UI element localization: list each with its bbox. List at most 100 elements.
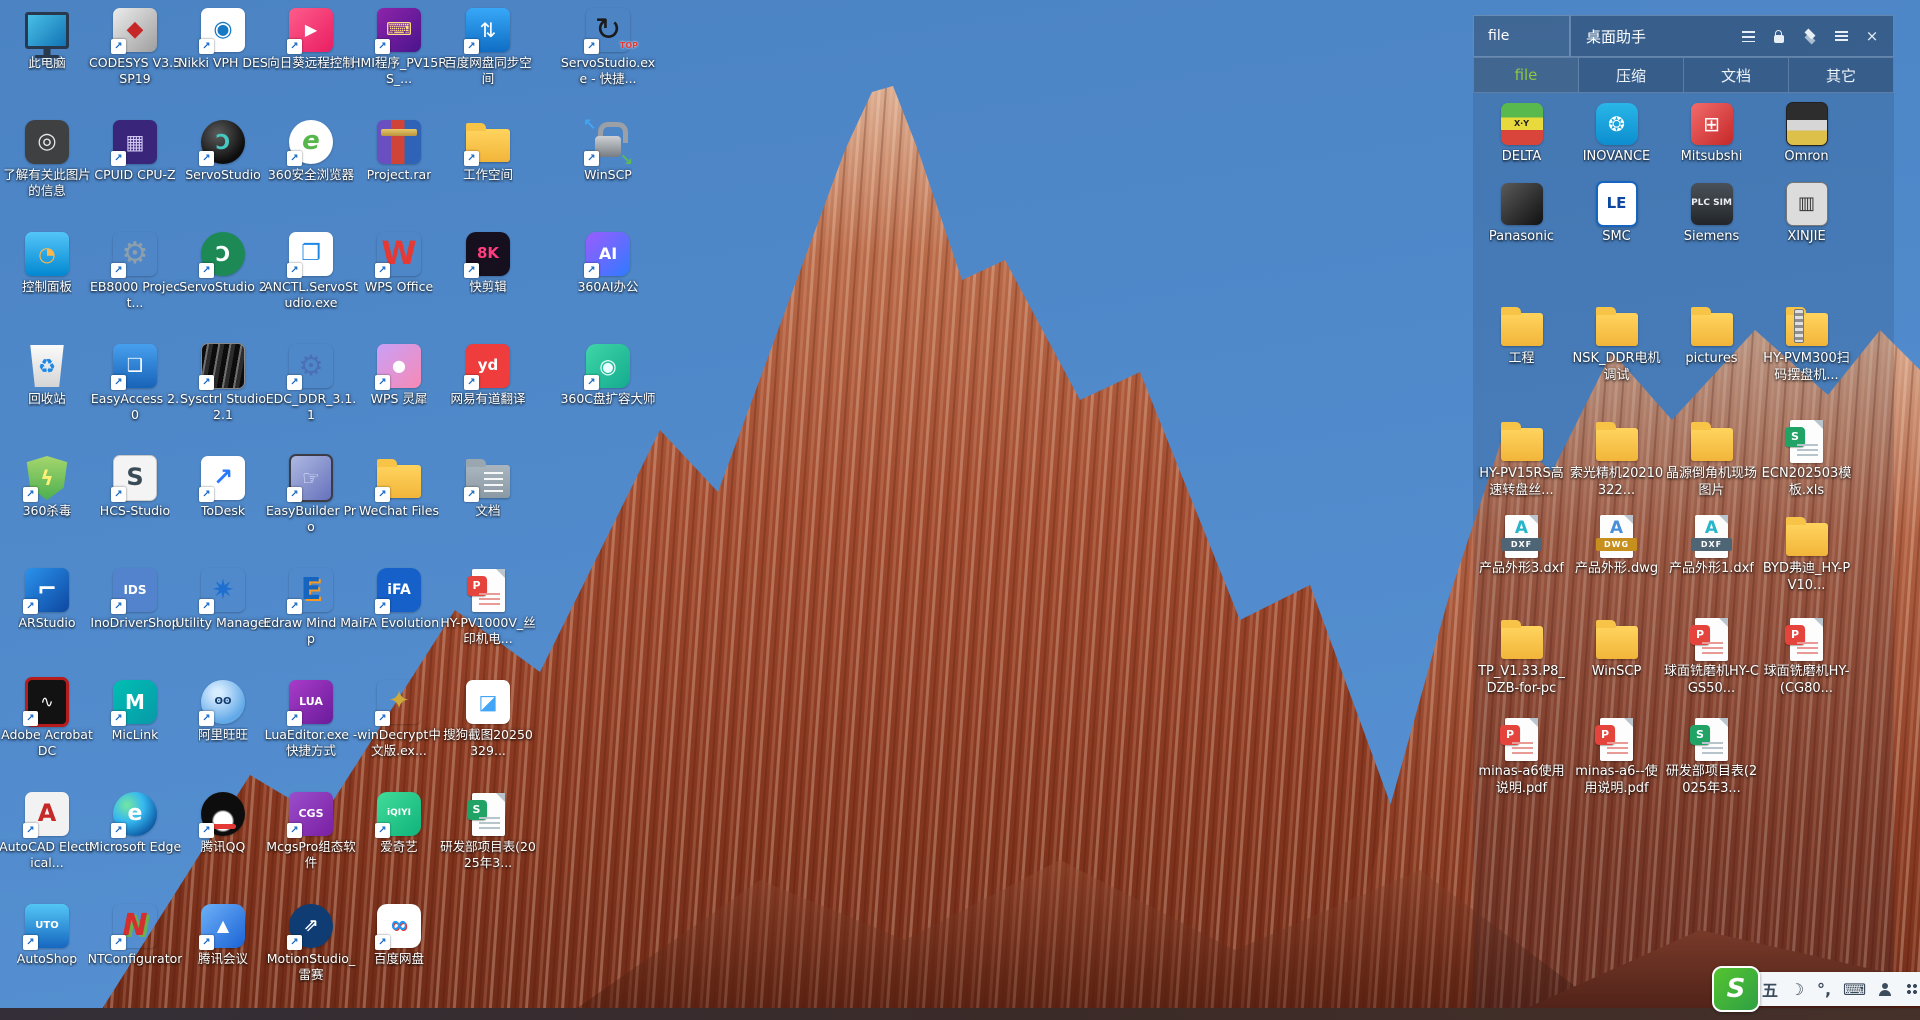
desktop-icon[interactable]: N↗NTConfigurator: [87, 904, 183, 967]
desktop-icon[interactable]: ◆↗CODESYS V3.5 SP19: [87, 8, 183, 87]
wubi-mode-button[interactable]: 五: [1762, 977, 1778, 1001]
file-item[interactable]: S研发部项目表(2025年3...: [1664, 718, 1759, 798]
desktop-icon[interactable]: ↗工作空间: [440, 120, 536, 183]
file-item[interactable]: ADWG产品外形.dwg: [1569, 515, 1664, 578]
file-item[interactable]: LESMC: [1569, 183, 1664, 246]
toolbox-grid-icon[interactable]: [1904, 983, 1920, 995]
file-item[interactable]: Pminas-a6使用说明.pdf: [1474, 718, 1569, 798]
desktop-icon[interactable]: W↗WPS Office: [351, 232, 447, 295]
desktop-icon[interactable]: ʘʘ↗阿里旺旺: [175, 680, 271, 743]
desktop-icon[interactable]: ▶↗向日葵远程控制: [263, 8, 359, 71]
file-item[interactable]: BYD弗迪_HY-PV10...: [1759, 515, 1854, 595]
desktop-icon[interactable]: ▦↗CPUID CPU-Z: [87, 120, 183, 183]
desktop-icon[interactable]: ⇅↗百度网盘同步空间: [440, 8, 536, 87]
file-item[interactable]: pictures: [1664, 305, 1759, 368]
desktop-icon[interactable]: e↗360安全浏览器: [263, 120, 359, 183]
desktop-icon[interactable]: Project.rar: [351, 120, 447, 183]
file-item[interactable]: PLC SIMSiemens: [1664, 183, 1759, 246]
desktop-icon[interactable]: ◔控制面板: [0, 232, 95, 295]
desktop-icon[interactable]: E↗Edraw Mind Map: [263, 568, 359, 647]
file-item[interactable]: ADXF产品外形3.dxf: [1474, 515, 1569, 578]
desktop-icon[interactable]: AI↗360AI办公: [560, 232, 656, 295]
desktop-icon[interactable]: S↗HCS-Studio: [87, 456, 183, 519]
menu-icon[interactable]: [1833, 28, 1849, 44]
file-item[interactable]: HY-PVM300扫码摆盘机...: [1759, 305, 1854, 385]
file-item[interactable]: HY-PV15RS高速转盘丝...: [1474, 420, 1569, 500]
desktop-icon[interactable]: ✦↗winDecrypt中文版.ex...: [351, 680, 447, 759]
file-item[interactable]: TP_V1.33.P8_DZB-for-pc: [1474, 618, 1569, 698]
desktop-icon[interactable]: yd↗网易有道翻译: [440, 344, 536, 407]
desktop-icon[interactable]: ↗文档: [440, 456, 536, 519]
desktop-icon[interactable]: ▲↗腾讯会议: [175, 904, 271, 967]
virtual-keyboard-icon[interactable]: ⌨: [1843, 980, 1866, 999]
taskbar-edge[interactable]: [0, 1008, 1920, 1020]
desktop-icon[interactable]: PHY-PV1000V_丝印机电...: [440, 568, 536, 647]
file-item[interactable]: ▥XINJIE: [1759, 183, 1854, 246]
desktop-icon[interactable]: ❐↗ANCTL.ServoStudio.exe: [263, 232, 359, 311]
desktop-icon[interactable]: ↻TOP↗ServoStudio.exe - 快捷...: [560, 8, 656, 87]
desktop-icon[interactable]: ✷↗Utility Manager: [175, 568, 271, 631]
desktop-icon[interactable]: ◉↗360C盘扩容大师: [560, 344, 656, 407]
assistant-window-tab[interactable]: file: [1473, 15, 1570, 57]
desktop-icon[interactable]: ◪搜狗截图20250329...: [440, 680, 536, 759]
night-mode-icon[interactable]: ☽: [1789, 980, 1805, 999]
desktop-icon[interactable]: ⌨↗HMI程序_PV15RS_...: [351, 8, 447, 87]
desktop-icon[interactable]: ♻回收站: [0, 344, 95, 407]
desktop-icon[interactable]: ↗WeChat Files: [351, 456, 447, 519]
desktop-icon[interactable]: ◉↗Nikki VPH DES: [175, 8, 271, 71]
file-item[interactable]: ⊞Mitsubshi: [1664, 103, 1759, 166]
lock-icon[interactable]: [1771, 28, 1787, 44]
file-item[interactable]: WinSCP: [1569, 618, 1664, 681]
desktop-icon[interactable]: ⇗↗MotionStudio_雷赛: [263, 904, 359, 983]
file-item[interactable]: NSK_DDR电机调试: [1569, 305, 1664, 385]
list-view-icon[interactable]: [1740, 28, 1756, 44]
desktop-icon[interactable]: IDS↗InoDriverShop: [87, 568, 183, 631]
desktop-icon[interactable]: Ɔ↗ServoStudio: [175, 120, 271, 183]
desktop-icon[interactable]: e↗Microsoft Edge: [87, 792, 183, 855]
file-item[interactable]: P球面铣磨机HY-(CG80...: [1759, 618, 1854, 698]
tab-文档[interactable]: 文档: [1684, 58, 1789, 92]
file-item[interactable]: ❂INOVANCE: [1569, 103, 1664, 166]
desktop-icon[interactable]: iFA↗iFA Evolution: [351, 568, 447, 631]
file-item[interactable]: X·YDELTA: [1474, 103, 1569, 166]
desktop-icon[interactable]: ⚙↗EDC_DDR_3.1.1: [263, 344, 359, 423]
desktop-icon[interactable]: ↗腾讯QQ: [175, 792, 271, 855]
tab-file[interactable]: file: [1474, 58, 1579, 92]
desktop-icon[interactable]: ↖↘↗WinSCP: [560, 120, 656, 183]
file-item[interactable]: P球面铣磨机HY-CGS50...: [1664, 618, 1759, 698]
tab-其它[interactable]: 其它: [1789, 58, 1893, 92]
punctuation-toggle[interactable]: °,: [1816, 980, 1832, 999]
tab-压缩[interactable]: 压缩: [1579, 58, 1684, 92]
desktop-icon[interactable]: ☞↗EasyBuilder Pro: [263, 456, 359, 535]
desktop-icon[interactable]: ◎了解有关此图片的信息: [0, 120, 95, 199]
desktop-icon[interactable]: ●↗WPS 灵犀: [351, 344, 447, 407]
desktop-icon[interactable]: 此电脑: [0, 8, 95, 71]
close-icon[interactable]: ×: [1864, 28, 1880, 44]
desktop-icon[interactable]: ∞↗百度网盘: [351, 904, 447, 967]
desktop-icon[interactable]: LUA↗LuaEditor.exe - 快捷方式: [263, 680, 359, 759]
file-item[interactable]: Pminas-a6--使用说明.pdf: [1569, 718, 1664, 798]
desktop-icon[interactable]: ↗↗ToDesk: [175, 456, 271, 519]
desktop-icon[interactable]: M↗MicLink: [87, 680, 183, 743]
file-item[interactable]: Panasonic: [1474, 183, 1569, 246]
layers-icon[interactable]: [1802, 28, 1818, 44]
file-item[interactable]: 工程: [1474, 305, 1569, 368]
desktop-icon[interactable]: ❑↗EasyAccess 2.0: [87, 344, 183, 423]
desktop-icon[interactable]: ⌐↗ARStudio: [0, 568, 95, 631]
user-icon[interactable]: [1877, 983, 1893, 996]
sogou-logo-icon[interactable]: S: [1712, 966, 1760, 1012]
desktop-icon[interactable]: ⚙↗EB8000 Project...: [87, 232, 183, 311]
desktop-icon[interactable]: ϟ↗360杀毒: [0, 456, 95, 519]
desktop-icon[interactable]: 8K↗快剪辑: [440, 232, 536, 295]
file-item[interactable]: 晶源倒角机现场图片: [1664, 420, 1759, 500]
file-item[interactable]: 索光精机20210322...: [1569, 420, 1664, 500]
desktop-icon[interactable]: A↗AutoCAD Electrical...: [0, 792, 95, 871]
file-item[interactable]: ADXF产品外形1.dxf: [1664, 515, 1759, 578]
file-item[interactable]: SECN202503模板.xls: [1759, 420, 1854, 500]
desktop-icon[interactable]: Ɔ↗ServoStudio 2: [175, 232, 271, 295]
desktop-icon[interactable]: ↗Sysctrl Studio 2.1: [175, 344, 271, 423]
desktop-icon[interactable]: iQIYI↗爱奇艺: [351, 792, 447, 855]
file-item[interactable]: Omron: [1759, 103, 1854, 166]
desktop-icon[interactable]: UTO↗AutoShop: [0, 904, 95, 967]
desktop-icon[interactable]: CGS↗McgsPro组态软件: [263, 792, 359, 871]
